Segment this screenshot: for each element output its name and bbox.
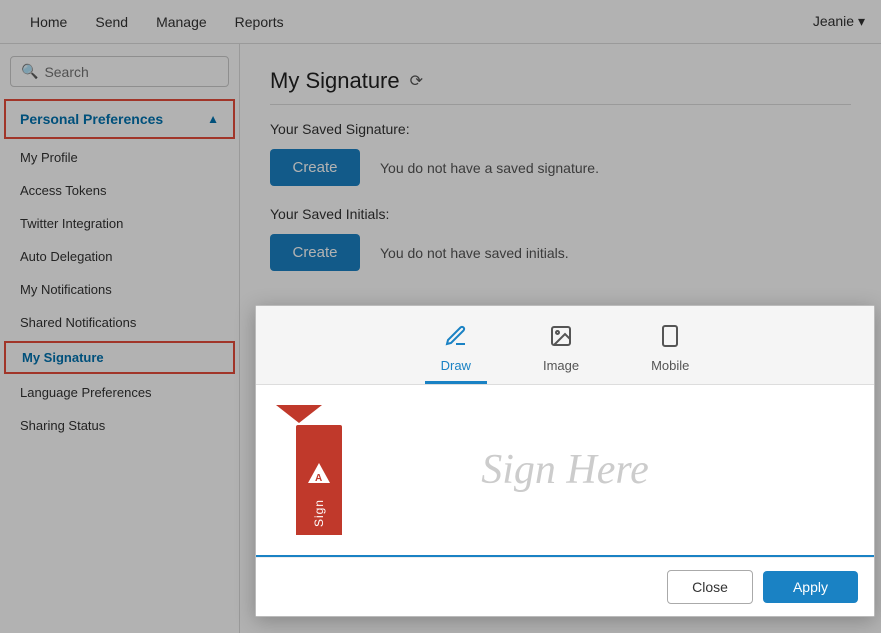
drawing-area[interactable]: A Sign Sign Here <box>256 385 874 557</box>
sign-tag-arrow <box>276 405 322 423</box>
sign-tag-text: Sign <box>312 499 326 527</box>
draw-icon <box>444 324 468 354</box>
tab-mobile-label: Mobile <box>651 358 689 373</box>
apply-button[interactable]: Apply <box>763 571 858 603</box>
mobile-icon <box>658 324 682 354</box>
tab-image[interactable]: Image <box>527 316 595 384</box>
sign-tag-wrapper: A Sign <box>276 405 322 423</box>
tab-draw[interactable]: Draw <box>425 316 487 384</box>
svg-text:A: A <box>315 473 322 484</box>
image-icon <box>549 324 573 354</box>
sign-tag: A Sign <box>296 425 342 535</box>
dialog-tabs: Draw Image Mobile <box>256 306 874 385</box>
tab-draw-label: Draw <box>441 358 471 373</box>
sign-here-placeholder: Sign Here <box>481 446 649 494</box>
signature-dialog: Draw Image Mobile <box>255 305 875 617</box>
tab-mobile[interactable]: Mobile <box>635 316 705 384</box>
dialog-body: A Sign Sign Here <box>256 385 874 555</box>
dialog-footer: Close Apply <box>256 557 874 616</box>
adobe-logo-icon: A <box>306 461 332 493</box>
tab-image-label: Image <box>543 358 579 373</box>
close-button[interactable]: Close <box>667 570 753 604</box>
